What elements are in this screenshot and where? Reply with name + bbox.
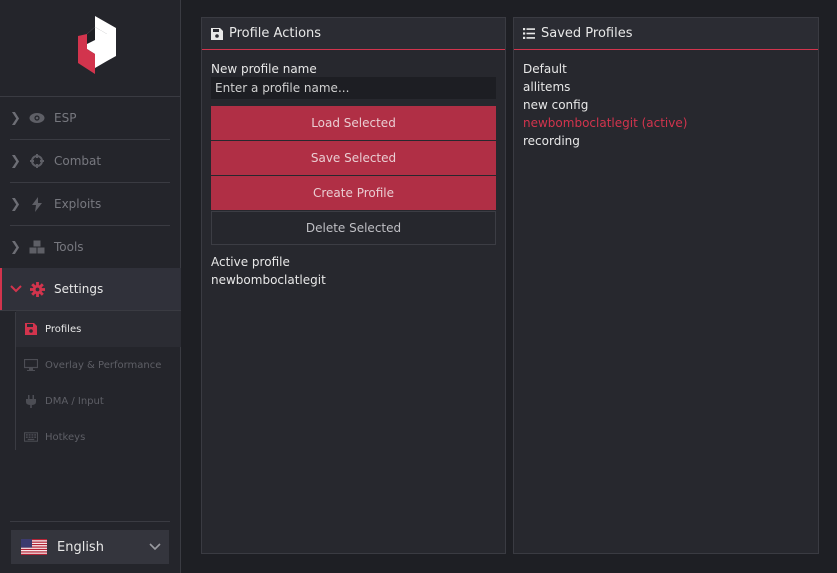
sidebar-subitem-label: DMA / Input (45, 395, 104, 407)
app-logo (78, 16, 116, 74)
panel-header: Profile Actions (202, 18, 505, 50)
sidebar-item-label: Tools (54, 240, 84, 254)
delete-selected-button[interactable]: Delete Selected (211, 211, 496, 245)
profile-list: Default allitems new config newbomboclat… (523, 60, 687, 150)
sidebar-subitem-hotkeys[interactable]: Hotkeys (16, 419, 181, 455)
crosshair-icon (28, 152, 46, 170)
sidebar-subitem-label: Overlay & Performance (45, 359, 162, 371)
profile-name-input[interactable] (211, 77, 496, 99)
sidebar-item-esp[interactable]: ❯ ESP (0, 97, 181, 139)
save-icon (211, 27, 223, 40)
profile-list-item[interactable]: recording (523, 132, 687, 150)
monitor-icon (24, 359, 38, 371)
save-icon (24, 323, 38, 335)
profile-list-item[interactable]: Default (523, 60, 687, 78)
language-label: English (57, 539, 104, 555)
sidebar-subitem-label: Hotkeys (45, 431, 86, 443)
sidebar-subitem-label: Profiles (45, 323, 82, 335)
load-selected-button[interactable]: Load Selected (211, 106, 496, 140)
panel-title: Profile Actions (229, 26, 322, 41)
chevron-right-icon: ❯ (10, 196, 21, 212)
sidebar-subitem-profiles[interactable]: Profiles (16, 311, 181, 347)
panel-title: Saved Profiles (541, 26, 633, 41)
sidebar-item-label: Combat (54, 154, 102, 168)
create-profile-button[interactable]: Create Profile (211, 176, 496, 210)
sidebar-item-exploits[interactable]: ❯ Exploits (0, 183, 181, 225)
sidebar-item-label: Exploits (54, 197, 102, 211)
keyboard-icon (24, 431, 38, 443)
sidebar-subitem-overlay-performance[interactable]: Overlay & Performance (16, 347, 181, 383)
bolt-icon (28, 195, 46, 213)
sidebar-item-label: Settings (54, 282, 104, 296)
chevron-down-icon (149, 540, 161, 555)
new-profile-label: New profile name (211, 62, 317, 76)
profile-list-item[interactable]: new config (523, 96, 687, 114)
eye-icon (28, 109, 46, 127)
sidebar: ❯ ESP ❯ Combat ❯ Exploits ❯ Tools Settin… (0, 0, 181, 573)
profile-list-item[interactable]: allitems (523, 78, 687, 96)
chevron-right-icon: ❯ (10, 153, 21, 169)
chevron-right-icon: ❯ (10, 239, 21, 255)
save-selected-button[interactable]: Save Selected (211, 141, 496, 175)
sidebar-item-combat[interactable]: ❯ Combat (0, 140, 181, 182)
cubes-icon (28, 238, 46, 256)
list-icon (523, 28, 535, 40)
panel-header: Saved Profiles (514, 18, 818, 50)
us-flag-icon (21, 539, 47, 555)
sidebar-item-tools[interactable]: ❯ Tools (0, 226, 181, 268)
chevron-down-icon (10, 282, 22, 297)
sidebar-item-label: ESP (54, 111, 77, 125)
profile-actions-panel: Profile Actions New profile name Load Se… (201, 17, 506, 554)
sidebar-item-settings[interactable]: Settings (0, 268, 181, 310)
language-selector[interactable]: English (11, 530, 169, 564)
saved-profiles-panel: Saved Profiles Default allitems new conf… (513, 17, 819, 554)
profile-list-item-active[interactable]: newbomboclatlegit (active) (523, 114, 687, 132)
sidebar-divider (10, 521, 170, 522)
active-profile-label: Active profile (211, 255, 290, 269)
gear-icon (28, 280, 46, 298)
plug-icon (24, 394, 38, 408)
active-profile-value: newbomboclatlegit (211, 273, 326, 287)
chevron-right-icon: ❯ (10, 110, 21, 126)
sidebar-subitem-dma-input[interactable]: DMA / Input (16, 383, 181, 419)
